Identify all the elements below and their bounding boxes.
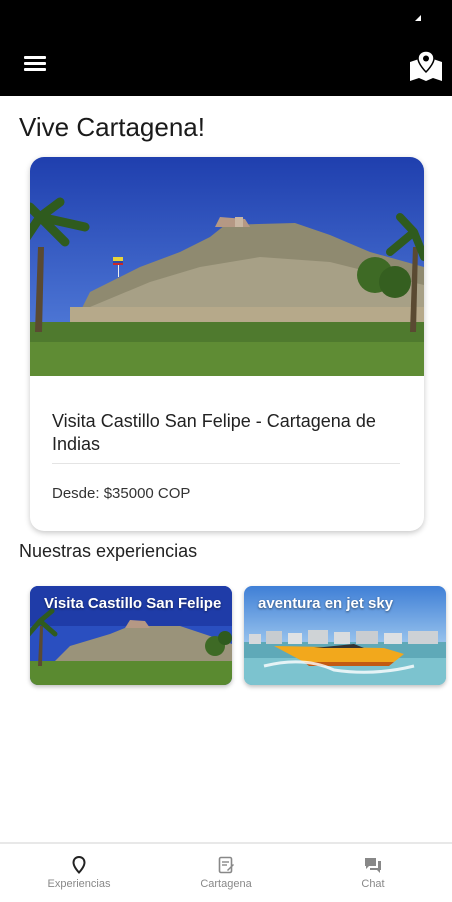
experience-card-jet-sky[interactable]: aventura en jet sky xyxy=(244,586,446,685)
page-title: Vive Cartagena! xyxy=(19,112,205,142)
map-icon[interactable] xyxy=(408,48,444,84)
menu-button[interactable] xyxy=(22,54,50,76)
document-edit-icon xyxy=(218,856,234,874)
nav-label: Chat xyxy=(361,878,385,890)
nav-item-experiencias[interactable]: Experiencias xyxy=(4,844,154,902)
location-pin-icon xyxy=(72,856,86,874)
castle-photo xyxy=(30,157,424,376)
nav-label: Cartagena xyxy=(200,878,252,890)
app-bar xyxy=(0,0,452,96)
nav-item-cartagena[interactable]: Cartagena xyxy=(151,844,301,902)
experience-label: aventura en jet sky xyxy=(258,595,394,612)
section-title: Nuestras experiencias xyxy=(19,541,198,561)
divider xyxy=(52,463,400,464)
nav-item-chat[interactable]: Chat xyxy=(298,844,448,902)
experience-label: Visita Castillo San Felipe xyxy=(44,595,222,612)
chat-bubble-icon xyxy=(365,858,381,873)
signal-icon xyxy=(415,15,421,21)
nav-label: Experiencias xyxy=(47,878,111,890)
featured-price: Desde: $35000 COP xyxy=(52,485,191,502)
hamburger-line xyxy=(24,62,46,65)
experience-card-castle[interactable]: Visita Castillo San Felipe xyxy=(30,586,232,685)
bottom-navigation: Experiencias Cartagena Chat xyxy=(0,842,452,902)
hamburger-line xyxy=(24,68,46,71)
hamburger-menu-icon xyxy=(24,56,46,59)
featured-title: Visita Castillo San Felipe - Cartagena d… xyxy=(52,411,376,454)
featured-experience-card[interactable]: Visita Castillo San Felipe - Cartagena d… xyxy=(30,157,424,531)
